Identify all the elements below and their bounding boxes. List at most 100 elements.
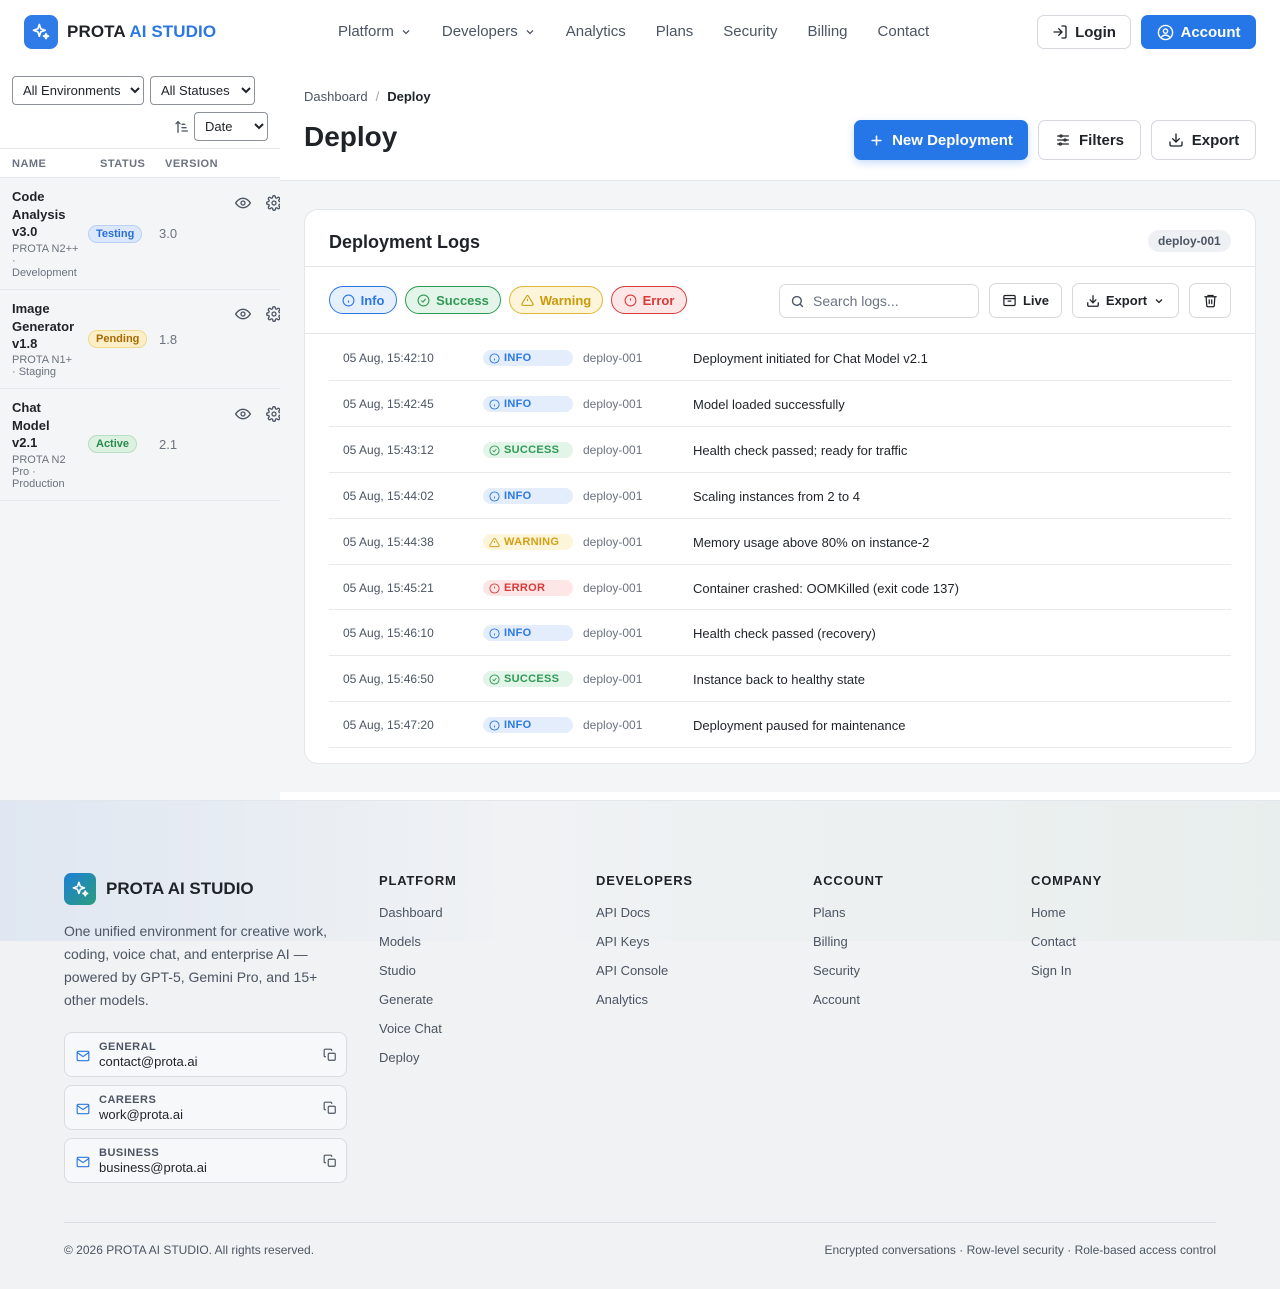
column-name[interactable]: NAME xyxy=(12,158,46,170)
login-button[interactable]: Login xyxy=(1037,15,1131,49)
footer-link[interactable]: Dashboard xyxy=(379,905,457,934)
footer-link[interactable]: API Docs xyxy=(596,905,693,934)
breadcrumb-separator: / xyxy=(375,89,380,104)
breadcrumb-dashboard[interactable]: Dashboard xyxy=(304,89,368,104)
copy-icon[interactable] xyxy=(323,1048,337,1062)
footer-link[interactable]: Plans xyxy=(813,905,884,934)
copy-icon[interactable] xyxy=(323,1101,337,1115)
log-message: Deployment paused for maintenance xyxy=(693,718,906,733)
log-row[interactable]: 05 Aug, 15:43:12 SUCCESS deploy-001 Health … xyxy=(329,427,1231,473)
live-button[interactable]: Live xyxy=(989,283,1062,318)
chevron-down-icon xyxy=(1155,298,1163,303)
footer-link[interactable]: Models xyxy=(379,934,457,963)
sort-order-icon[interactable] xyxy=(174,119,190,135)
log-row[interactable]: 05 Aug, 15:42:45 INFO deploy-001 Model load… xyxy=(329,381,1231,427)
brand[interactable]: PROTA AI STUDIO xyxy=(24,15,216,49)
filter-chip-error[interactable]: Error xyxy=(611,286,687,314)
card-title: Deployment Logs xyxy=(329,232,481,252)
export-logs-button[interactable]: Export xyxy=(1072,283,1179,318)
footer-link[interactable]: Deploy xyxy=(379,1050,457,1079)
sort-select[interactable]: Date xyxy=(194,112,268,141)
footer: PROTA AI STUDIO One unified environment … xyxy=(0,800,1280,1289)
model-meta: PROTA N2 Pro · Production xyxy=(12,454,66,490)
contact-careers: CAREERS work@prota.ai xyxy=(64,1085,347,1130)
copyright: © 2026 PROTA AI STUDIO. All rights reser… xyxy=(64,1243,315,1257)
log-timestamp: 05 Aug, 15:43:12 xyxy=(343,443,434,457)
search-icon xyxy=(791,295,804,307)
copy-icon[interactable] xyxy=(323,1154,337,1168)
nav-analytics[interactable]: Analytics xyxy=(566,23,626,40)
plus-icon xyxy=(871,134,882,146)
log-row[interactable]: 05 Aug, 15:46:10 INFO deploy-001 Health che… xyxy=(329,610,1231,656)
eye-icon[interactable] xyxy=(235,195,251,211)
account-button[interactable]: Account xyxy=(1141,15,1256,49)
check-circle-icon xyxy=(489,673,500,685)
log-row[interactable]: 05 Aug, 15:44:02 INFO deploy-001 Scaling in… xyxy=(329,473,1231,519)
footer-divider xyxy=(64,1222,1216,1223)
filters-button[interactable]: Filters xyxy=(1038,120,1141,160)
log-row[interactable]: 05 Aug, 15:44:38 WARNING deploy-001 Memory … xyxy=(329,519,1231,565)
search-input[interactable] xyxy=(813,293,973,309)
log-row[interactable]: 05 Aug, 15:42:10 INFO deploy-001 Deployment… xyxy=(329,335,1231,381)
footer-link[interactable]: Voice Chat xyxy=(379,1021,457,1050)
footer-link[interactable]: API Keys xyxy=(596,934,693,963)
filter-chip-success[interactable]: Success xyxy=(405,286,501,314)
export-button[interactable]: Export xyxy=(1151,120,1256,160)
footer-link[interactable]: API Console xyxy=(596,963,693,992)
status-filter[interactable]: All Statuses xyxy=(150,76,255,105)
filter-chip-info[interactable]: Info xyxy=(329,286,397,314)
footer-link[interactable]: Contact xyxy=(1031,934,1102,963)
nav-security[interactable]: Security xyxy=(723,23,777,40)
info-icon xyxy=(489,627,500,639)
user-circle-icon xyxy=(1157,24,1173,40)
warning-icon xyxy=(521,294,534,306)
status-badge: Testing xyxy=(88,225,143,243)
log-search[interactable] xyxy=(779,284,979,318)
deployment-logs-card: Deployment Logs deploy-001 Info Success … xyxy=(304,209,1256,764)
footer-link[interactable]: Generate xyxy=(379,992,457,1021)
nav-developers[interactable]: Developers xyxy=(442,23,536,40)
divider xyxy=(305,266,1255,267)
column-status[interactable]: STATUS xyxy=(100,158,145,170)
footer-column-title: ACCOUNT xyxy=(813,873,884,888)
footer-link[interactable]: Home xyxy=(1031,905,1102,934)
log-row[interactable]: 05 Aug, 15:47:20 INFO deploy-001 Deployment… xyxy=(329,702,1231,748)
footer-column-platform: PLATFORM Dashboard Models Studio Generat… xyxy=(379,873,457,1079)
footer-column-company: COMPANY Home Contact Sign In xyxy=(1031,873,1102,992)
footer-link[interactable]: Security xyxy=(813,963,884,992)
footer-link[interactable]: Billing xyxy=(813,934,884,963)
nav-contact[interactable]: Contact xyxy=(878,23,930,40)
log-row[interactable]: 05 Aug, 15:46:50 SUCCESS deploy-001 Instanc… xyxy=(329,656,1231,702)
nav-plans[interactable]: Plans xyxy=(656,23,694,40)
model-row[interactable]: Image Generator v1.8 PROTA N1+ · Staging… xyxy=(0,290,282,389)
footer-link[interactable]: Analytics xyxy=(596,992,693,1021)
model-version: 1.8 xyxy=(159,332,178,347)
log-source: deploy-001 xyxy=(583,489,643,503)
nav-billing[interactable]: Billing xyxy=(807,23,847,40)
eye-icon[interactable] xyxy=(235,306,251,322)
clear-logs-button[interactable] xyxy=(1189,283,1231,318)
model-meta: PROTA N1+ · Staging xyxy=(12,354,73,378)
model-row[interactable]: Code Analysis v3.0 PROTA N2++ · Developm… xyxy=(0,178,282,290)
filter-chip-warning[interactable]: Warning xyxy=(509,286,603,314)
log-timestamp: 05 Aug, 15:46:50 xyxy=(343,672,434,686)
footer-brand-name: PROTA AI STUDIO xyxy=(106,879,254,898)
column-version[interactable]: VERSION xyxy=(165,158,218,170)
status-badge: Pending xyxy=(88,330,148,348)
download-icon xyxy=(1169,133,1183,147)
footer-link[interactable]: Studio xyxy=(379,963,457,992)
environment-filter[interactable]: All Environments xyxy=(12,76,144,105)
nav-platform[interactable]: Platform xyxy=(338,23,412,40)
alert-circle-icon xyxy=(489,582,500,594)
contact-email[interactable]: work@prota.ai xyxy=(99,1107,183,1122)
log-row[interactable]: 05 Aug, 15:45:21 ERROR deploy-001 Container… xyxy=(329,565,1231,610)
contact-email[interactable]: business@prota.ai xyxy=(99,1160,207,1175)
log-source: deploy-001 xyxy=(583,443,643,457)
new-deployment-button[interactable]: New Deployment xyxy=(854,120,1028,160)
footer-link[interactable]: Sign In xyxy=(1031,963,1102,992)
model-row[interactable]: Chat Model v2.1 PROTA N2 Pro · Productio… xyxy=(0,389,282,501)
eye-icon[interactable] xyxy=(235,406,251,422)
footer-link[interactable]: Account xyxy=(813,992,884,1021)
contact-email[interactable]: contact@prota.ai xyxy=(99,1054,197,1069)
footer-brand[interactable]: PROTA AI STUDIO xyxy=(64,873,254,905)
